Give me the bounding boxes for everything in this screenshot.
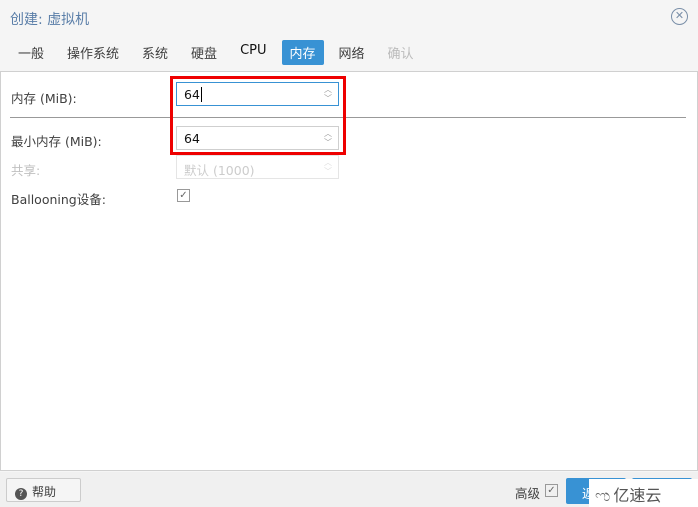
min-memory-label: 最小内存 (MiB): [11, 134, 102, 149]
tab-confirm: 确认 [387, 47, 414, 62]
shares-label: 共享: [11, 163, 41, 178]
memory-panel [0, 71, 698, 471]
spinner-icon: ︿ ﹀ [324, 158, 332, 176]
cloud-logo-icon: ಌ [595, 486, 611, 505]
advanced-label: 高级 [515, 486, 541, 501]
tab-system[interactable]: 系统 [134, 40, 176, 65]
advanced-checkbox[interactable]: ✓ [545, 484, 558, 497]
help-button[interactable]: ? 帮助 [6, 478, 81, 502]
tab-cpu[interactable]: CPU [232, 40, 274, 65]
tab-os[interactable]: 操作系统 [59, 40, 127, 65]
memory-label: 内存 (MiB): [11, 91, 77, 106]
tab-network[interactable]: 网络 [331, 40, 373, 65]
shares-value: 默认 (1000) [184, 163, 255, 178]
watermark-text: 亿速云 [613, 486, 662, 505]
divider [10, 117, 686, 118]
close-icon[interactable]: ✕ [671, 8, 688, 25]
help-label: 帮助 [32, 485, 57, 499]
ballooning-label: Ballooning设备: [11, 192, 106, 207]
question-icon: ? [15, 488, 27, 500]
tab-memory[interactable]: 内存 [281, 40, 324, 65]
window-title: 创建: 虚拟机 [10, 12, 90, 28]
watermark: ಌ 亿速云 [589, 479, 698, 507]
shares-input: 默认 (1000) ︿ ﹀ [176, 155, 339, 179]
highlight-box [170, 76, 346, 155]
tab-disk[interactable]: 硬盘 [183, 40, 225, 65]
ballooning-checkbox[interactable]: ✓ [177, 189, 190, 202]
tab-general[interactable]: 一般 [10, 40, 52, 65]
tab-bar: 一般 操作系统 系统 硬盘 CPU 内存 网络 确认 [10, 40, 429, 65]
